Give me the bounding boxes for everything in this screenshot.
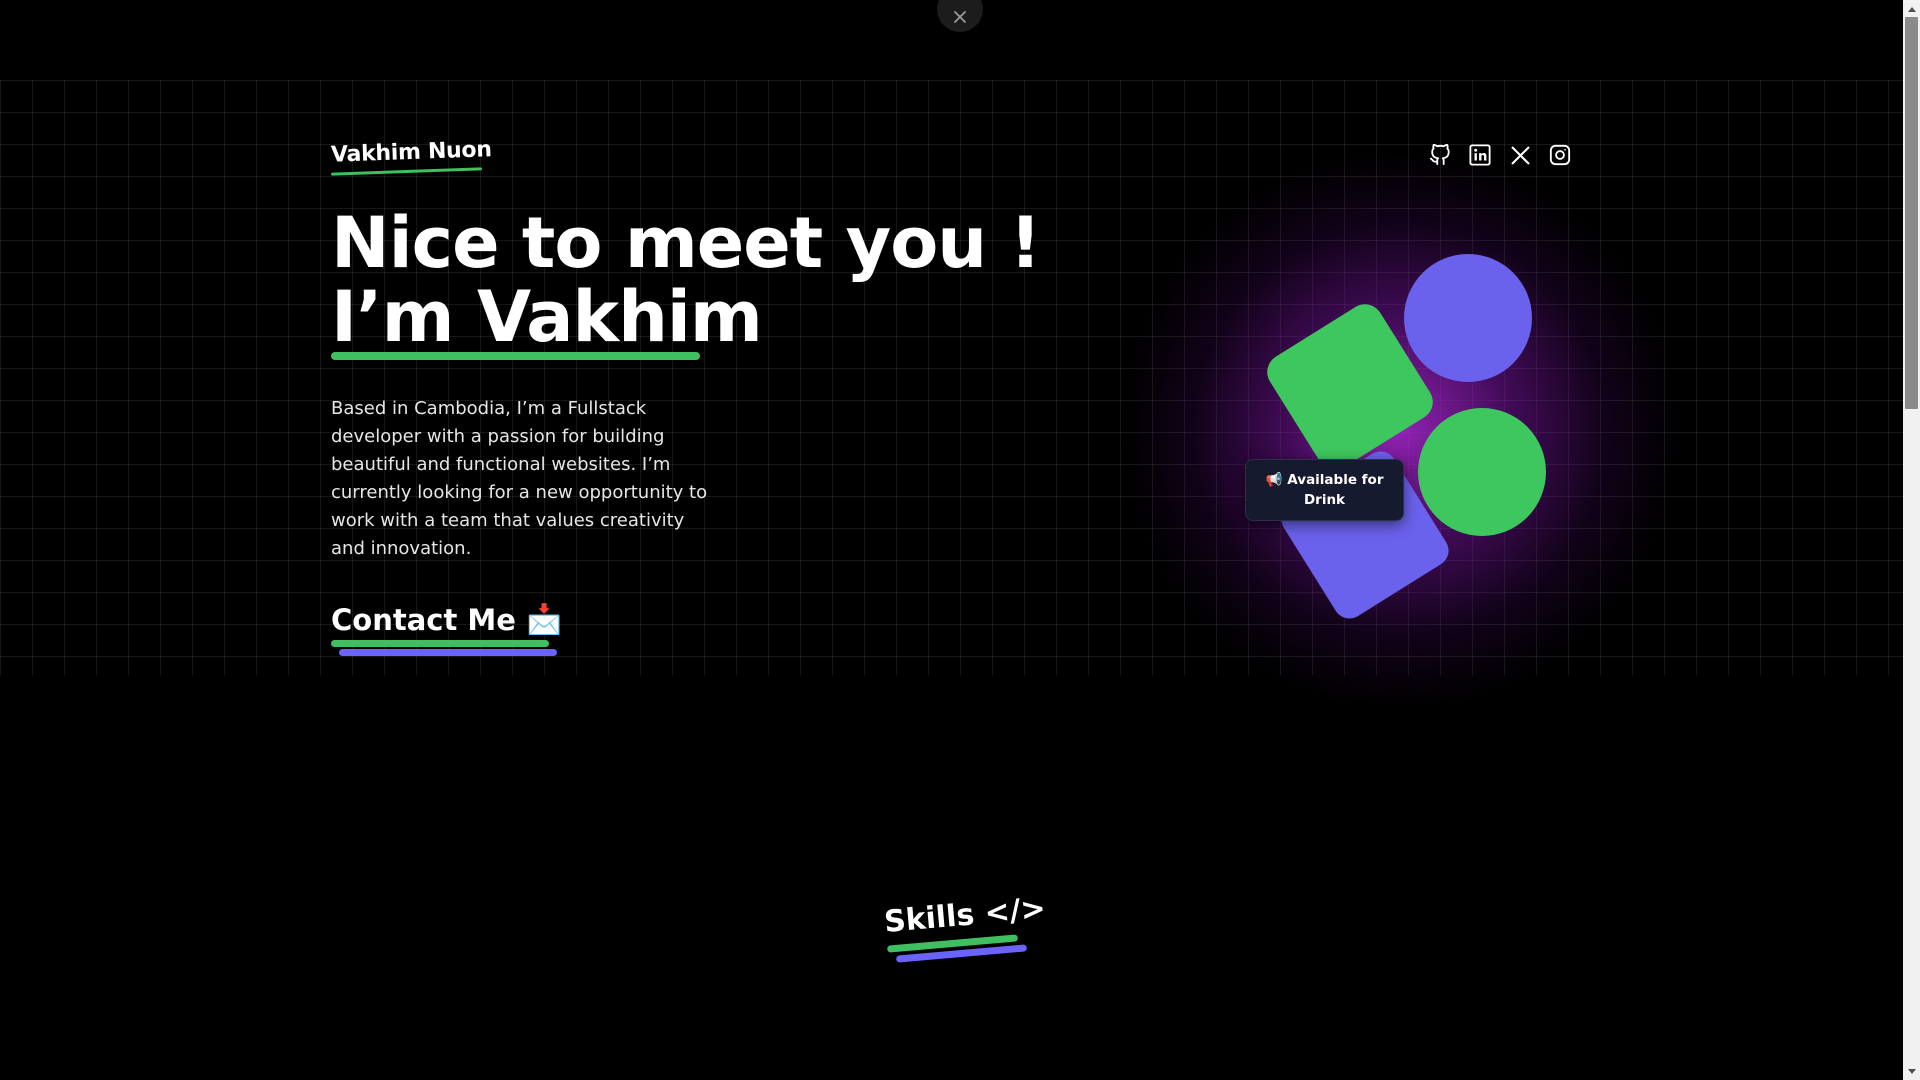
skills-heading: Skills </> [882, 891, 1048, 940]
close-icon [954, 11, 966, 23]
bio-text: Based in Cambodia, I’m a Fullstack devel… [331, 398, 708, 559]
megaphone-icon: 📢 [1265, 472, 1283, 488]
availability-badge: 📢 Available for Drink [1245, 459, 1404, 521]
contact-underline-purple [339, 649, 557, 656]
x-link[interactable] [1508, 143, 1532, 167]
instagram-link[interactable] [1548, 143, 1572, 167]
arrow-up-icon [1907, 6, 1916, 12]
scrollbar[interactable] [1903, 0, 1920, 1080]
github-link[interactable] [1428, 143, 1452, 167]
name-underline [331, 352, 700, 360]
page: Vakhim Nuon Nice to meet you ! I’m Vakhi… [0, 0, 1920, 1080]
headline-line-1: Nice to meet you ! [331, 202, 1041, 284]
badge-line-2: Drink [1303, 492, 1346, 508]
linkedin-link[interactable] [1468, 143, 1492, 167]
close-button[interactable] [937, 0, 983, 32]
contact-me-link[interactable]: Contact Me 📩 [331, 602, 562, 637]
contact-label: Contact Me [331, 602, 516, 637]
github-icon [1429, 144, 1450, 166]
headline-line-2: I’m Vakhim [331, 276, 763, 358]
instagram-icon [1549, 144, 1571, 166]
scroll-thumb[interactable] [1905, 17, 1918, 409]
x-icon [1511, 146, 1529, 164]
scroll-up-button[interactable] [1903, 0, 1920, 17]
scroll-down-button[interactable] [1903, 1063, 1920, 1080]
purple-circle-shape [1404, 254, 1532, 382]
contact-underline-green [331, 640, 549, 647]
arrow-down-icon [1907, 1068, 1916, 1074]
badge-line-1: Available for [1287, 472, 1384, 488]
social-links [1428, 143, 1572, 167]
green-circle-shape [1418, 408, 1546, 536]
headline: Nice to meet you ! I’m Vakhim [331, 202, 1041, 358]
envelope-icon: 📩 [525, 602, 563, 636]
linkedin-icon [1469, 144, 1491, 166]
